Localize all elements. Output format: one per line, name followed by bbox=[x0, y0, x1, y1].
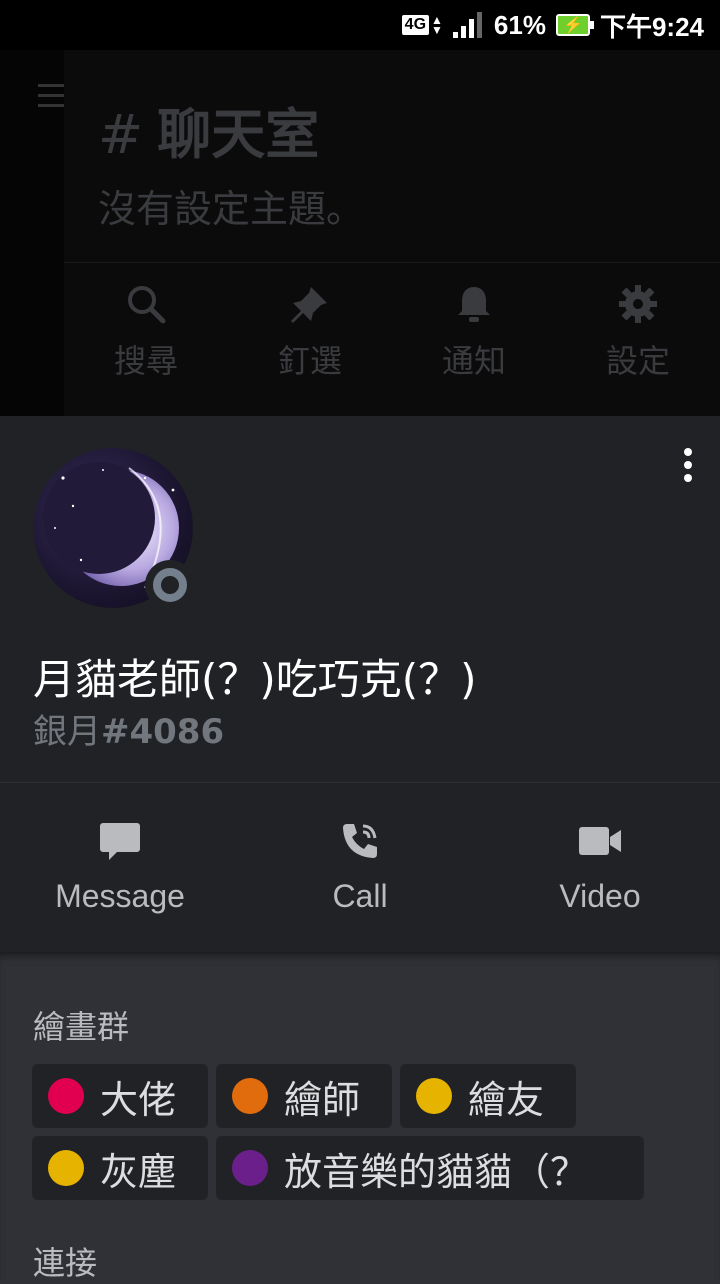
call-button[interactable]: Call bbox=[240, 784, 480, 950]
bell-icon bbox=[453, 282, 495, 326]
video-button[interactable]: Video bbox=[480, 784, 720, 950]
video-label: Video bbox=[559, 878, 641, 914]
role-chip[interactable]: 放音樂的貓貓（？ bbox=[216, 1136, 644, 1200]
channel-pins-label: 釘選 bbox=[277, 342, 342, 380]
role-color-dot bbox=[232, 1078, 268, 1114]
user-profile-sheet: 月貓老師(？)吃巧克(？) 銀月#4086 Message Call Video… bbox=[0, 416, 720, 1282]
channel-actions: 搜尋 釘選 通知 設定 bbox=[64, 282, 720, 382]
call-icon bbox=[339, 820, 381, 862]
channel-search-button[interactable]: 搜尋 bbox=[64, 282, 228, 382]
channel-pins-button[interactable]: 釘選 bbox=[228, 282, 392, 382]
hash-icon: # bbox=[98, 103, 144, 166]
channel-name: 聊天室 bbox=[157, 103, 320, 166]
role-list: 大佬 繪師 繪友 灰塵 放音樂的貓貓（？ bbox=[32, 1064, 692, 1200]
status-bar: 4G ▲ ▼ 61% ⚡ 下午9:24 bbox=[0, 0, 720, 50]
display-name: 月貓老師(？)吃巧克(？) bbox=[33, 655, 477, 704]
pin-icon bbox=[289, 282, 331, 326]
message-button[interactable]: Message bbox=[0, 784, 240, 950]
avatar-container[interactable] bbox=[33, 448, 195, 610]
role-color-dot bbox=[232, 1150, 268, 1186]
username-name: 銀月 bbox=[33, 712, 101, 752]
channel-header-background: # 聊天室 沒有設定主題。 搜尋 釘選 通知 設定 bbox=[0, 50, 720, 416]
call-label: Call bbox=[332, 878, 388, 914]
clock: 下午9:24 bbox=[599, 11, 704, 42]
role-name: 灰塵 bbox=[100, 1149, 177, 1194]
channel-notifications-button[interactable]: 通知 bbox=[392, 282, 556, 382]
search-icon bbox=[125, 282, 167, 326]
offline-status-indicator bbox=[145, 560, 195, 610]
role-color-dot bbox=[48, 1150, 84, 1186]
username: 銀月#4086 bbox=[33, 704, 224, 753]
more-options-icon[interactable] bbox=[678, 448, 698, 482]
channel-settings-label: 設定 bbox=[605, 342, 670, 380]
role-chip[interactable]: 繪師 bbox=[216, 1064, 392, 1128]
channel-topic: 沒有設定主題。 bbox=[98, 187, 365, 231]
battery-icon: ⚡ bbox=[555, 14, 594, 36]
channel-search-label: 搜尋 bbox=[113, 342, 178, 380]
message-icon bbox=[99, 820, 141, 862]
channel-notifications-label: 通知 bbox=[441, 342, 506, 380]
video-icon bbox=[578, 820, 622, 862]
role-chip[interactable]: 大佬 bbox=[32, 1064, 208, 1128]
battery-percent: 61% bbox=[493, 9, 546, 40]
role-chip[interactable]: 繪友 bbox=[400, 1064, 576, 1128]
network-type: 4G bbox=[401, 15, 430, 35]
gear-icon bbox=[617, 282, 659, 326]
role-name: 繪師 bbox=[284, 1077, 361, 1122]
connections-section-title: 連接 bbox=[33, 1244, 98, 1282]
role-color-dot bbox=[48, 1078, 84, 1114]
roles-section-title: 繪畫群 bbox=[33, 1008, 130, 1046]
username-discriminator: #4086 bbox=[101, 712, 225, 752]
role-color-dot bbox=[416, 1078, 452, 1114]
channel-settings-button[interactable]: 設定 bbox=[556, 282, 720, 382]
message-label: Message bbox=[55, 878, 185, 914]
divider bbox=[64, 262, 720, 263]
profile-actions: Message Call Video bbox=[0, 784, 720, 950]
role-chip[interactable]: 灰塵 bbox=[32, 1136, 208, 1200]
role-name: 繪友 bbox=[468, 1077, 545, 1122]
hamburger-menu-icon[interactable] bbox=[38, 84, 64, 107]
signal-icon bbox=[452, 12, 482, 38]
role-name: 放音樂的貓貓（？ bbox=[284, 1149, 589, 1194]
channel-title: # 聊天室 bbox=[98, 90, 319, 169]
roles-section: 繪畫群 大佬 繪師 繪友 灰塵 放音樂的貓貓（？ 連接 bbox=[0, 952, 720, 1282]
role-name: 大佬 bbox=[100, 1077, 177, 1122]
data-arrows-icon: ▲ ▼ bbox=[431, 13, 443, 37]
divider bbox=[0, 782, 720, 783]
